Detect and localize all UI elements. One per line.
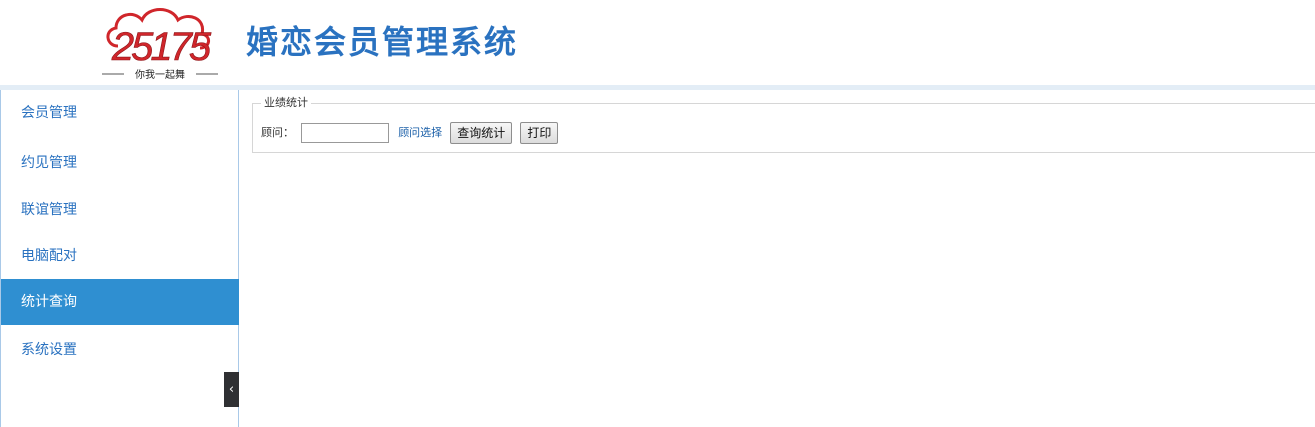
sidebar-item-statistics-query[interactable]: 统计查询 xyxy=(1,279,239,325)
sidebar: 会员管理 约见管理 联谊管理 电脑配对 统计查询 系统设置 ‹ xyxy=(0,90,239,427)
header: 25175 你我一起舞 婚恋会员管理系统 xyxy=(0,0,1315,85)
sidebar-item-computer-matching[interactable]: 电脑配对 xyxy=(1,233,239,279)
app-title: 婚恋会员管理系统 xyxy=(246,23,519,61)
sidebar-item-appointment-management[interactable]: 约见管理 xyxy=(1,140,239,186)
fieldset-legend: 业绩统计 xyxy=(261,96,311,110)
query-form-row: 顾问： 顾问选择 查询统计 打印 xyxy=(261,122,559,144)
query-stats-button[interactable]: 查询统计 xyxy=(450,122,513,144)
sidebar-item-system-settings[interactable]: 系统设置 xyxy=(1,327,239,373)
logo: 25175 你我一起舞 xyxy=(98,2,222,82)
print-button[interactable]: 打印 xyxy=(520,122,559,144)
performance-stats-fieldset: 业绩统计 顾问： 顾问选择 查询统计 打印 xyxy=(252,96,1315,153)
sidebar-collapse-chevron-left-icon[interactable]: ‹ xyxy=(224,372,239,407)
logo-number: 25175 xyxy=(111,25,212,69)
sidebar-item-member-management[interactable]: 会员管理 xyxy=(1,90,239,136)
sidebar-item-social-event-management[interactable]: 联谊管理 xyxy=(1,187,239,233)
logo-slogan: 你我一起舞 xyxy=(135,68,185,81)
consultant-label: 顾问： xyxy=(261,126,294,139)
consultant-input[interactable] xyxy=(301,123,390,143)
main-content: 业绩统计 顾问： 顾问选择 查询统计 打印 xyxy=(240,90,1315,427)
consultant-select-link[interactable]: 顾问选择 xyxy=(398,122,442,144)
logo-graphic: 25175 你我一起舞 xyxy=(102,8,218,81)
